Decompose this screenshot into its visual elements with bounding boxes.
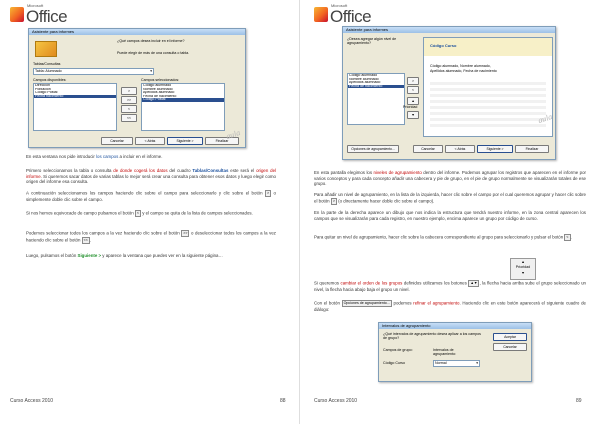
arrow-down-icon: ▼: [521, 271, 525, 275]
office-logo: Microsoft Office: [314, 4, 372, 26]
remove-all-button[interactable]: <<: [121, 114, 137, 122]
priority-down-button[interactable]: ▼: [407, 111, 419, 119]
office-logo: Microsoft Office: [10, 4, 68, 26]
dialog-title: Intervalos de agrupamiento: [379, 323, 531, 329]
list-item[interactable]: Fecha nacimiento: [34, 94, 116, 99]
next-button[interactable]: Siguiente >: [477, 145, 513, 153]
report-wizard-grouping-dialog: Asistente para informes ¿Desea agregar a…: [342, 26, 556, 160]
chevron-down-icon: ▾: [476, 361, 478, 365]
para-select: A continuación seleccionamos los campos …: [26, 190, 276, 202]
footer-title: Curso Access 2010: [10, 398, 54, 404]
arrow-up-icon: ▲: [411, 99, 415, 103]
para-order: Si queremos cambiar el orden de los grup…: [314, 280, 586, 292]
para-options: Con el botón Opciones de agrupamiento...…: [314, 300, 586, 312]
back-button[interactable]: < Atrás: [135, 137, 165, 145]
add-group-button[interactable]: >: [407, 77, 419, 85]
remove-all-button-sample: <<: [81, 237, 90, 244]
priority-arrows-sample: ▲▼: [468, 280, 480, 287]
priority-up-button[interactable]: ▲: [407, 97, 419, 105]
next-button[interactable]: Siguiente >: [167, 137, 203, 145]
tables-combobox[interactable]: Tabla: Alumnado ▾: [33, 68, 154, 75]
grouping-fields-list[interactable]: Código alumnado Nombre alumnado Apellido…: [347, 73, 405, 125]
preview-group-title: Código Curso: [430, 43, 457, 48]
add-field-button[interactable]: >: [121, 87, 137, 95]
dialog-question: ¿Qué campos desea incluir en el informe?: [117, 39, 185, 43]
preview-line-2: Apellidos alumnado, Fecha de nacimiento: [430, 69, 497, 73]
available-fields-list[interactable]: Dirección Población Código Postal Fecha …: [33, 83, 117, 131]
para-intro: En esta ventana nos pide introducir los …: [26, 154, 163, 159]
priority-buttons-sample: ▲ Prioridad ▼: [510, 258, 536, 280]
office-logo-icon: [10, 7, 24, 22]
para-levels: En esta pantalla elegimos los niveles de…: [314, 170, 586, 187]
remove-group-button[interactable]: <: [407, 86, 419, 94]
grouping-intervals-dialog: Intervalos de agrupamiento ¿Qué interval…: [378, 322, 532, 382]
dialog-hint: Puede elegir de más de una consulta o ta…: [117, 51, 190, 55]
para-next: Luego, pulsamos el botón Siguiente > y a…: [26, 253, 223, 258]
wizard-image-icon: [35, 41, 57, 57]
selected-fields-list[interactable]: Código alumnado Nombre alumnado Apellido…: [141, 83, 225, 131]
group-field-value: Código Curso: [383, 361, 405, 365]
para-all: Podemos seleccionar todos los campos a l…: [26, 230, 276, 244]
cancel-button[interactable]: Cancelar: [101, 137, 133, 145]
back-button[interactable]: < Atrás: [445, 145, 475, 153]
page-number: 88: [280, 398, 286, 404]
list-item[interactable]: Fecha de nacimiento: [348, 84, 404, 89]
report-wizard-fields-dialog: Asistente para informes ¿Qué campos dese…: [28, 28, 246, 148]
grouping-options-button[interactable]: Opciones de agrupamiento...: [347, 145, 399, 153]
chevron-down-icon: ▾: [150, 69, 152, 73]
cancel-button[interactable]: Cancelar: [493, 343, 527, 351]
remove-field-button[interactable]: <: [121, 105, 137, 113]
tables-label: Tablas/Consultas: [33, 62, 61, 66]
logo-office: Office: [330, 7, 372, 26]
para-add-level: Para añadir un nivel de agrupamiento, en…: [314, 192, 586, 205]
intervals-label: Intervalos de agrupamiento:: [433, 348, 456, 356]
dialog-title: Asistente para informes: [29, 29, 245, 35]
arrow-down-icon: ▼: [411, 113, 415, 117]
left-page: Microsoft Office Asistente para informes…: [0, 0, 300, 424]
dialog-title: Asistente para informes: [343, 27, 555, 33]
ok-button[interactable]: Aceptar: [493, 333, 527, 341]
grouping-options-button-sample: Opciones de agrupamiento...: [341, 300, 392, 307]
group-fields-label: Campos de grupo:: [383, 348, 413, 352]
finish-button[interactable]: Finalizar: [515, 145, 549, 153]
list-item[interactable]: Código Postal: [142, 98, 224, 102]
para-origin: Primero seleccionamos la tabla o consult…: [26, 168, 276, 185]
add-all-button[interactable]: >>: [121, 96, 137, 104]
para-structure: En la parte de la derecha aparece un dib…: [314, 210, 586, 221]
right-page: Microsoft Office Asistente para informes…: [300, 0, 600, 424]
interval-select[interactable]: Normal ▾: [433, 360, 480, 367]
dialog-question: ¿Desea agregar algún nivel de agrupamien…: [347, 37, 397, 45]
chosen-label: Campos seleccionados:: [141, 78, 180, 82]
office-logo-icon: [314, 7, 328, 22]
para-remove: Si nos hemos equivocado de campo pulsamo…: [26, 210, 253, 217]
avail-label: Campos disponibles:: [33, 78, 67, 82]
grouping-preview: Código Curso Código alumnado, Nombre alu…: [423, 37, 553, 137]
page-number: 89: [576, 398, 582, 404]
logo-office: Office: [26, 7, 68, 26]
dialog-question: ¿Qué intervalos de agrupamiento desea ap…: [383, 332, 481, 340]
para-remove-level: Para quitar un nivel de agrupamiento, ha…: [314, 234, 572, 241]
footer-title: Curso Access 2010: [314, 398, 358, 404]
preview-line-1: Código alumnado, Nombre alumnado,: [430, 64, 491, 68]
cancel-button[interactable]: Cancelar: [413, 145, 443, 153]
priority-label: Prioridad: [403, 105, 418, 109]
preview-detail-area: [430, 82, 546, 130]
